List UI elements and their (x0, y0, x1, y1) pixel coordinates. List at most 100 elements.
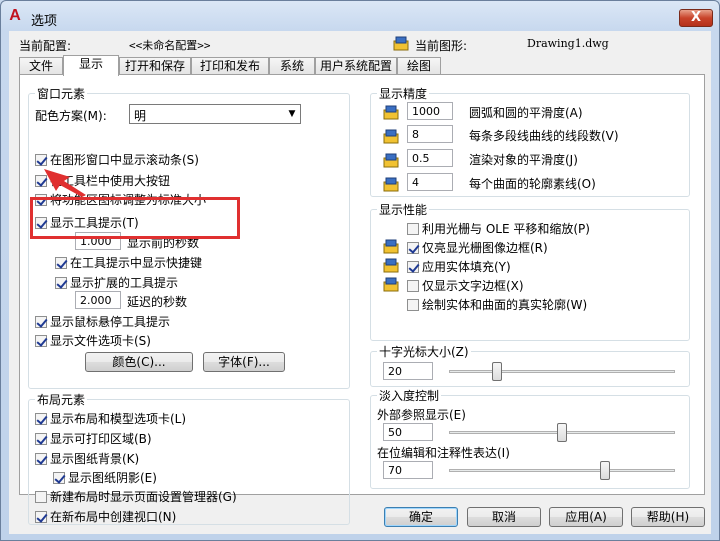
display-resolution-group: 显示精度 圆弧和圆的平滑度(A) 每条多段线曲线的线段数(V) 渲染对象的平滑度… (370, 85, 690, 197)
tab-display[interactable]: 显示 (63, 55, 119, 76)
checkbox[interactable] (35, 154, 47, 166)
polyline-segments-input[interactable] (407, 125, 453, 143)
color-scheme-value: 明 (134, 109, 147, 123)
ok-button[interactable]: 确定 (384, 507, 458, 527)
drawing-setting-icon (383, 239, 399, 254)
create-viewport-label: 在新布局中创建视口(N) (50, 510, 177, 524)
fade-control-group: 淡入度控制 外部参照显示(E) 在位编辑和注释性表达(I) (370, 387, 690, 489)
show-paper-background-option[interactable]: 显示图纸背景(K) (35, 450, 139, 466)
arc-smoothness-input[interactable] (407, 102, 453, 120)
checkbox[interactable] (407, 280, 419, 292)
checkbox[interactable] (407, 261, 419, 273)
title-bar: A 选项 X (1, 1, 719, 33)
checkbox[interactable] (407, 299, 419, 311)
apply-solid-fill-option[interactable]: 应用实体填充(Y) (407, 258, 511, 274)
tab-drafting[interactable]: 绘图 (397, 57, 441, 75)
extended-delay-input[interactable] (75, 291, 121, 309)
checkbox[interactable] (35, 491, 47, 503)
show-printable-area-option[interactable]: 显示可打印区域(B) (35, 430, 152, 446)
apply-solid-fill-label: 应用实体填充(Y) (422, 260, 511, 274)
drawing-setting-icon (383, 105, 399, 120)
current-profile-value: <<未命名配置>> (129, 39, 211, 52)
current-drawing-label: 当前图形: (415, 39, 468, 53)
cancel-button[interactable]: 取消 (467, 507, 541, 527)
show-paper-shadow-label: 显示图纸阴影(E) (68, 471, 157, 485)
drawing-setting-icon (383, 177, 399, 192)
crosshair-size-group: 十字光标大小(Z) (370, 343, 690, 387)
tab-files[interactable]: 文件 (19, 57, 63, 75)
checkbox[interactable] (35, 413, 47, 425)
checkbox[interactable] (407, 223, 419, 235)
xref-display-slider[interactable] (557, 423, 567, 442)
checkbox[interactable] (35, 433, 47, 445)
tab-open-save[interactable]: 打开和保存 (119, 57, 191, 75)
show-scrollbars-label: 在图形窗口中显示滚动条(S) (50, 153, 199, 167)
help-button[interactable]: 帮助(H) (631, 507, 705, 527)
show-rollover-tooltips-option[interactable]: 显示鼠标悬停工具提示 (35, 313, 170, 329)
render-smoothness-input[interactable] (407, 149, 453, 167)
polyline-segments-label: 每条多段线曲线的线段数(V) (469, 129, 619, 143)
show-shortcut-keys-label: 在工具提示中显示快捷键 (70, 256, 203, 270)
tab-system[interactable]: 系统 (269, 57, 315, 75)
display-resolution-title: 显示精度 (377, 85, 430, 102)
create-viewport-option[interactable]: 在新布局中创建视口(N) (35, 508, 176, 524)
show-extended-tooltips-label: 显示扩展的工具提示 (70, 276, 179, 290)
drawing-setting-icon (383, 153, 399, 168)
crosshair-size-slider[interactable] (492, 362, 503, 381)
show-file-tabs-option[interactable]: 显示文件选项卡(S) (35, 332, 151, 348)
display-tab-panel: 窗口元素 配色方案(M): 明 ▼ 在图形窗口中显示滚动条(S) 在工具栏中使用… (19, 74, 705, 525)
layout-elements-group: 布局元素 显示布局和模型选项卡(L) 显示可打印区域(B) 显示图纸背景(K) … (28, 391, 350, 525)
drawing-setting-icon (383, 129, 399, 144)
show-extended-tooltips-option[interactable]: 显示扩展的工具提示 (55, 274, 178, 290)
checkbox[interactable] (35, 511, 47, 523)
colors-button[interactable]: 颜色(C)... (85, 352, 193, 372)
checkbox[interactable] (35, 335, 47, 347)
show-shortcut-keys-option[interactable]: 在工具提示中显示快捷键 (55, 254, 202, 270)
text-boundary-label: 仅显示文字边框(X) (422, 279, 524, 293)
xref-display-input[interactable] (383, 423, 433, 441)
inplace-edit-slider[interactable] (600, 461, 611, 480)
checkbox[interactable] (55, 277, 67, 289)
show-paper-shadow-option[interactable]: 显示图纸阴影(E) (53, 469, 157, 485)
highlight-annotation-box (30, 197, 240, 239)
chevron-down-icon: ▼ (288, 109, 296, 119)
text-boundary-option[interactable]: 仅显示文字边框(X) (407, 277, 524, 293)
current-profile-label: 当前配置: (19, 39, 72, 53)
show-scrollbars-option[interactable]: 在图形窗口中显示滚动条(S) (35, 151, 199, 167)
true-silhouettes-label: 绘制实体和曲面的真实轮廓(W) (422, 298, 588, 312)
apply-button[interactable]: 应用(A) (549, 507, 623, 527)
checkbox[interactable] (35, 453, 47, 465)
raster-ole-pan-option[interactable]: 利用光栅与 OLE 平移和缩放(P) (407, 220, 590, 236)
checkbox[interactable] (55, 257, 67, 269)
tab-user-preferences[interactable]: 用户系统配置 (315, 57, 397, 75)
display-performance-group: 显示性能 利用光栅与 OLE 平移和缩放(P) 仅亮显光栅图像边框(R) 应用实… (370, 201, 690, 341)
autocad-logo-icon: A (9, 7, 21, 24)
xref-display-label: 外部参照显示(E) (377, 408, 466, 422)
window-elements-title: 窗口元素 (35, 85, 88, 102)
show-rollover-tooltips-label: 显示鼠标悬停工具提示 (50, 315, 171, 329)
inplace-edit-input[interactable] (383, 461, 433, 479)
show-page-setup-manager-label: 新建布局时显示页面设置管理器(G) (50, 490, 237, 504)
close-button[interactable]: X (679, 9, 713, 27)
current-drawing-value: Drawing1.dwg (527, 37, 609, 50)
contour-lines-input[interactable] (407, 173, 453, 191)
color-scheme-select[interactable]: 明 ▼ (129, 104, 301, 124)
drawing-setting-icon (383, 277, 399, 292)
crosshair-size-track (449, 370, 675, 373)
crosshair-size-input[interactable] (383, 362, 433, 380)
highlight-raster-frame-label: 仅亮显光栅图像边框(R) (422, 241, 548, 255)
inplace-edit-label: 在位编辑和注释性表达(I) (377, 446, 510, 460)
show-layout-tabs-label: 显示布局和模型选项卡(L) (50, 412, 187, 426)
true-silhouettes-option[interactable]: 绘制实体和曲面的真实轮廓(W) (407, 296, 587, 312)
checkbox[interactable] (53, 472, 65, 484)
contour-lines-label: 每个曲面的轮廓素线(O) (469, 177, 596, 191)
highlight-raster-frame-option[interactable]: 仅亮显光栅图像边框(R) (407, 239, 548, 255)
window-elements-group: 窗口元素 配色方案(M): 明 ▼ 在图形窗口中显示滚动条(S) 在工具栏中使用… (28, 85, 350, 389)
fonts-button[interactable]: 字体(F)... (203, 352, 285, 372)
show-layout-tabs-option[interactable]: 显示布局和模型选项卡(L) (35, 410, 186, 426)
tab-plot-publish[interactable]: 打印和发布 (191, 57, 269, 75)
checkbox[interactable] (407, 242, 419, 254)
inplace-edit-track (449, 469, 675, 472)
checkbox[interactable] (35, 316, 47, 328)
show-page-setup-manager-option[interactable]: 新建布局时显示页面设置管理器(G) (35, 488, 237, 504)
